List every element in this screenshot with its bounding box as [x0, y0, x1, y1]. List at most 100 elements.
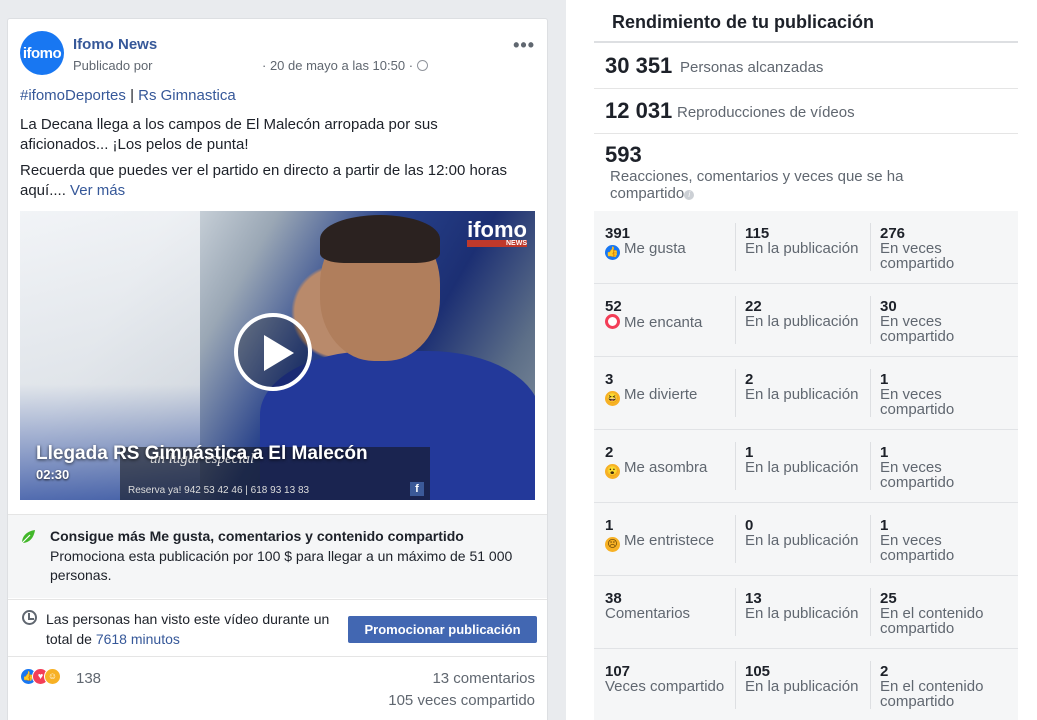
row-shared-label: En veces compartido [880, 532, 955, 564]
tag-link[interactable]: Rs Gimnastica [138, 87, 236, 104]
post-card: ifomo Ifomo News Publicado por · 20 de m… [7, 18, 548, 720]
row-shared-value: 25 [880, 590, 897, 607]
views-label: Reproducciones de vídeos [677, 104, 855, 121]
shares-count-link[interactable]: 105 veces compartido [388, 692, 535, 709]
column-divider [735, 661, 736, 709]
row-shared-cell: 2 En el contenido compartido [880, 664, 1010, 709]
globe-icon [417, 60, 429, 71]
post-date[interactable]: · 20 de mayo a las 10:50 · [262, 58, 429, 73]
video-hair-area [320, 215, 440, 263]
leaf-icon [21, 530, 35, 544]
post-stats-row: 👍 ♥ ☺ 138 13 comentarios 105 veces compart… [8, 656, 547, 720]
minutes-watched-row: Las personas han visto este vídeo durant… [8, 599, 547, 655]
row-on-post-value: 1 [745, 444, 754, 461]
row-on-post-label: En la publicación [745, 459, 859, 476]
promote-title: Consigue más Me gusta, comentarios y con… [50, 528, 464, 544]
engagement-value: 593 [605, 142, 642, 167]
row-label: Comentarios [605, 605, 691, 622]
page-avatar[interactable]: ifomo [20, 31, 64, 75]
post-paragraph-2: Recuerda que puedes ver el partido en di… [20, 161, 520, 201]
row-shared-value: 1 [880, 444, 889, 461]
see-more-link[interactable]: Ver más [70, 182, 125, 199]
like-icon: 👍 [605, 245, 620, 260]
performance-panel: Rendimiento de tu publicación 30 351 Per… [566, 0, 1037, 720]
row-on-post-label: En la publicación [745, 605, 859, 622]
row-shared-cell: 1 En veces compartido [880, 445, 1010, 490]
haha-icon: 😆 [605, 391, 620, 406]
watermark-text: ifomo [467, 217, 527, 242]
reaction-icons[interactable]: 👍 ♥ ☺ [20, 668, 61, 686]
row-shared-label: En el contenido compartido [880, 678, 984, 710]
hashtag-link[interactable]: #ifomoDeportes [20, 87, 126, 104]
breakdown-row: 3 😆 Me divierte 2 En la publicación 1 En veces… [594, 357, 1018, 430]
row-label: Me divierte [624, 386, 698, 403]
row-shared-label: En veces compartido [880, 313, 955, 345]
minutes-label: Las personas han visto este vídeo durant… [46, 611, 330, 647]
row-total-cell: 107 Veces compartido [605, 664, 735, 694]
promote-post-button[interactable]: Promocionar publicación [348, 616, 537, 643]
more-options-icon[interactable]: ••• [513, 35, 535, 56]
panel-divider [594, 41, 1018, 43]
column-divider [870, 369, 871, 417]
post-tags: #ifomoDeportes | Rs Gimnastica [20, 87, 236, 104]
reach-value: 30 351 [605, 53, 673, 78]
breakdown-row: 52 Me encanta 22 En la publicación 30 En vece… [594, 284, 1018, 357]
row-on-post-cell: 2 En la publicación [745, 372, 875, 402]
row-shared-cell: 1 En veces compartido [880, 372, 1010, 417]
row-total-value: 107 [605, 663, 631, 680]
row-shared-label: En el contenido compartido [880, 605, 984, 637]
column-divider [735, 442, 736, 490]
wow-icon: 😮 [605, 464, 620, 479]
row-on-post-label: En la publicación [745, 532, 859, 549]
row-total-cell: 38 Comentarios [605, 591, 735, 621]
column-divider [870, 515, 871, 563]
promote-text: Promociona esta publicación por 100 $ pa… [50, 548, 513, 583]
row-total-cell: 391 👍 Me gusta [605, 226, 735, 260]
row-total-cell: 52 Me encanta [605, 299, 735, 330]
column-divider [735, 588, 736, 636]
views-summary: 12 031 Reproducciones de vídeos [594, 89, 1018, 134]
panel-title: Rendimiento de tu publicación [612, 12, 875, 32]
views-value: 12 031 [605, 98, 673, 123]
row-total-cell: 3 😆 Me divierte [605, 372, 735, 406]
row-label: Me asombra [624, 459, 708, 476]
reactions-count[interactable]: 138 [76, 670, 101, 687]
page-name-link[interactable]: Ifomo News [73, 36, 157, 53]
row-shared-label: En veces compartido [880, 459, 955, 491]
row-total-value: 391 [605, 225, 631, 242]
column-divider [735, 223, 736, 271]
row-total-cell: 1 ☹ Me entristece [605, 518, 735, 552]
column-divider [870, 296, 871, 344]
row-on-post-value: 22 [745, 298, 762, 315]
tag-separator: | [130, 87, 134, 104]
column-divider [870, 661, 871, 709]
row-total-value: 52 [605, 298, 622, 315]
row-total-value: 3 [605, 371, 614, 388]
row-on-post-cell: 22 En la publicación [745, 299, 875, 329]
breakdown-row: 38 Comentarios 13 En la publicación 25 En el … [594, 576, 1018, 649]
column-divider [735, 515, 736, 563]
row-shared-cell: 1 En veces compartido [880, 518, 1010, 563]
row-on-post-cell: 13 En la publicación [745, 591, 875, 621]
clock-icon [22, 610, 37, 625]
column-divider [735, 369, 736, 417]
play-button-icon[interactable] [234, 313, 312, 391]
row-shared-value: 1 [880, 371, 889, 388]
row-on-post-cell: 0 En la publicación [745, 518, 875, 548]
comments-count-link[interactable]: 13 comentarios [432, 670, 535, 687]
minutes-value-link[interactable]: 7618 minutos [96, 631, 180, 647]
column-divider [870, 588, 871, 636]
row-shared-cell: 276 En veces compartido [880, 226, 1010, 271]
post-date-text[interactable]: · 20 de mayo a las 10:50 · [262, 58, 413, 73]
reach-summary: 30 351 Personas alcanzadas [594, 44, 1018, 89]
breakdown-row: 2 😮 Me asombra 1 En la publicación 1 En veces … [594, 430, 1018, 503]
info-icon[interactable]: i [684, 190, 695, 200]
row-total-value: 1 [605, 517, 614, 534]
video-player[interactable]: ifomo NEWS un lugar especial Reserva ya! … [20, 211, 535, 500]
column-divider [735, 296, 736, 344]
breakdown-row: 391 👍 Me gusta 115 En la publicación 276 En ve… [594, 211, 1018, 284]
row-label: Me entristece [624, 532, 715, 549]
row-shared-cell: 30 En veces compartido [880, 299, 1010, 344]
row-shared-value: 30 [880, 298, 897, 315]
row-shared-label: En veces compartido [880, 386, 955, 418]
